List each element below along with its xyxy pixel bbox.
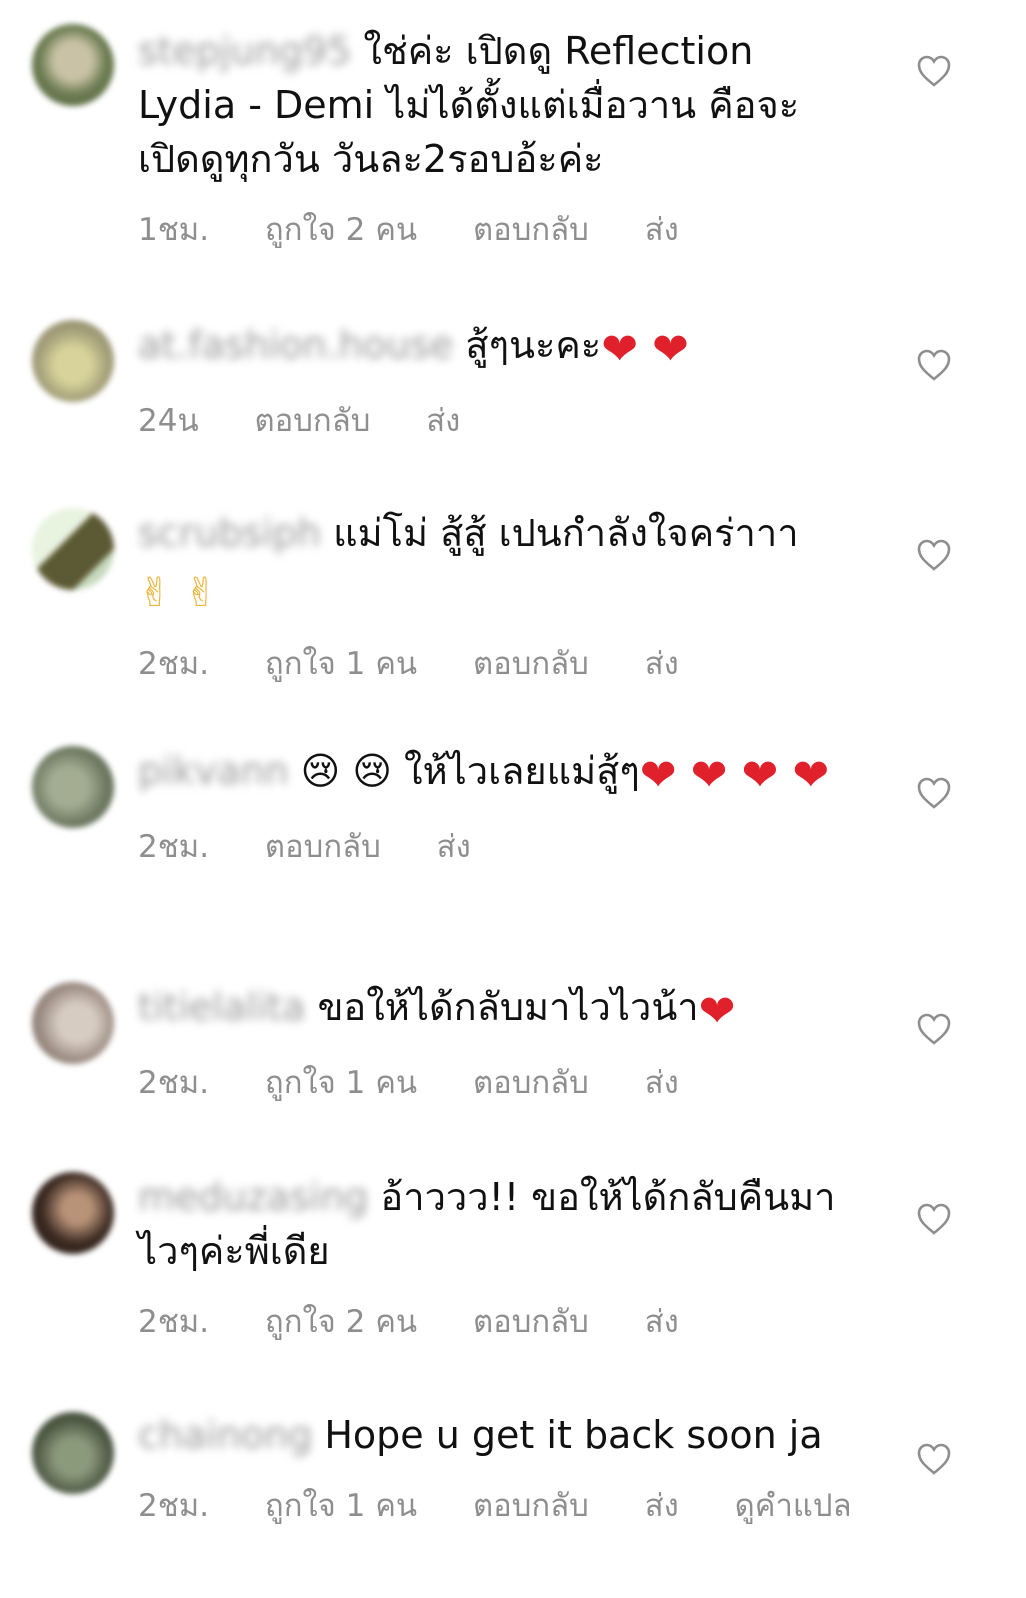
comment-text-block: chainong Hope u get it back soon ja	[138, 1408, 838, 1462]
reply-button[interactable]: ตอบกลับ	[473, 212, 589, 248]
send-button[interactable]: ส่ง	[437, 829, 471, 865]
heart-emoji: ❤ ❤	[601, 324, 689, 375]
send-button[interactable]: ส่ง	[645, 212, 679, 248]
reply-button[interactable]: ตอบกลับ	[473, 1304, 589, 1340]
comment-username[interactable]: scrubsiph	[138, 511, 321, 555]
comment-meta: 2ชม. ถูกใจ 2 คน ตอบกลับ ส่ง	[138, 1296, 838, 1346]
avatar[interactable]	[32, 1412, 114, 1494]
comment-time: 2ชม.	[138, 1488, 210, 1524]
victory-hand-emoji: ✌ ✌	[138, 570, 218, 616]
heart-outline-icon[interactable]	[916, 348, 952, 382]
comment-text: 😢 😢 ให้ไวเลยแม่สู้ๆ	[300, 749, 640, 793]
heart-emoji: ❤ ❤ ❤ ❤	[639, 750, 830, 801]
comment-likes[interactable]: ถูกใจ 2 คน	[265, 212, 417, 248]
heart-outline-icon[interactable]	[916, 538, 952, 572]
comment-text-block: stepjung95 ใช่ค่ะ เปิดดู Reflection Lydia…	[138, 24, 838, 186]
reply-button[interactable]: ตอบกลับ	[473, 1488, 589, 1524]
avatar[interactable]	[32, 320, 114, 402]
comments-page: { "comments": [ {"username":"stepjung95"…	[0, 0, 1026, 1598]
reply-button[interactable]: ตอบกลับ	[265, 829, 381, 865]
comment-time: 2ชม.	[138, 1304, 210, 1340]
comment-username[interactable]: chainong	[138, 1413, 312, 1457]
comment-time: 2ชม.	[138, 1065, 210, 1101]
avatar[interactable]	[32, 982, 114, 1064]
comment-meta: 24น ตอบกลับ ส่ง	[138, 395, 838, 445]
comment-time: 2ชม.	[138, 646, 210, 682]
comment-text: แม่โม่ สู้สู้ เปนกำลังใจคร่าาา	[333, 511, 799, 555]
send-button[interactable]: ส่ง	[645, 646, 679, 682]
heart-outline-icon[interactable]	[916, 1012, 952, 1046]
send-button[interactable]: ส่ง	[645, 1488, 679, 1524]
send-button[interactable]: ส่ง	[645, 1065, 679, 1101]
send-button[interactable]: ส่ง	[645, 1304, 679, 1340]
heart-outline-icon[interactable]	[916, 54, 952, 88]
reply-button[interactable]: ตอบกลับ	[473, 1065, 589, 1101]
reply-button[interactable]: ตอบกลับ	[255, 403, 371, 439]
avatar[interactable]	[32, 24, 114, 106]
comment-username[interactable]: stepjung95	[138, 29, 351, 73]
comment-time: 24น	[138, 403, 199, 439]
comment-text-block: pikvann 😢 😢 ให้ไวเลยแม่สู้ๆ❤ ❤ ❤ ❤	[138, 744, 838, 803]
comment-meta: 2ชม. ถูกใจ 1 คน ตอบกลับ ส่ง	[138, 638, 838, 688]
comment-meta: 2ชม. ถูกใจ 1 คน ตอบกลับ ส่ง ดูคำแปล	[138, 1480, 852, 1530]
translate-button[interactable]: ดูคำแปล	[735, 1488, 852, 1524]
avatar[interactable]	[32, 508, 114, 590]
heart-outline-icon[interactable]	[916, 1442, 952, 1476]
comment-likes[interactable]: ถูกใจ 1 คน	[265, 1488, 417, 1524]
comment-username[interactable]: meduzasing	[138, 1175, 368, 1219]
comment-username[interactable]: pikvann	[138, 749, 289, 793]
comment-text: สู้ๆนะคะ	[465, 323, 602, 367]
avatar[interactable]	[32, 746, 114, 828]
comment-username[interactable]: at.fashion.house	[138, 323, 453, 367]
comment-likes[interactable]: ถูกใจ 1 คน	[265, 1065, 417, 1101]
comment-likes[interactable]: ถูกใจ 1 คน	[265, 646, 417, 682]
comment-meta: 2ชม. ตอบกลับ ส่ง	[138, 821, 838, 871]
reply-button[interactable]: ตอบกลับ	[473, 646, 589, 682]
send-button[interactable]: ส่ง	[426, 403, 460, 439]
heart-emoji: ❤	[698, 986, 736, 1037]
comment-time: 1ชม.	[138, 212, 210, 248]
comment-username[interactable]: titielalita	[138, 985, 305, 1029]
comment-text-block: titielalita ขอให้ได้กลับมาไวไวน้า❤	[138, 980, 838, 1039]
comment-text: ขอให้ได้กลับมาไวไวน้า	[317, 985, 699, 1029]
comment-text-block: scrubsiph แม่โม่ สู้สู้ เปนกำลังใจคร่าาา …	[138, 506, 838, 620]
comment-time: 2ชม.	[138, 829, 210, 865]
comment-text-block: meduzasing อ้าววว!! ขอให้ได้กลับคืนมาไวๆค…	[138, 1170, 838, 1278]
avatar[interactable]	[32, 1172, 114, 1254]
comment-meta: 2ชม. ถูกใจ 1 คน ตอบกลับ ส่ง	[138, 1057, 838, 1107]
heart-outline-icon[interactable]	[916, 1202, 952, 1236]
comment-likes[interactable]: ถูกใจ 2 คน	[265, 1304, 417, 1340]
comment-meta: 1ชม. ถูกใจ 2 คน ตอบกลับ ส่ง	[138, 204, 838, 254]
comment-text-block: at.fashion.house สู้ๆนะคะ❤ ❤	[138, 318, 838, 377]
heart-outline-icon[interactable]	[916, 776, 952, 810]
comment-text: Hope u get it back soon ja	[324, 1413, 823, 1457]
